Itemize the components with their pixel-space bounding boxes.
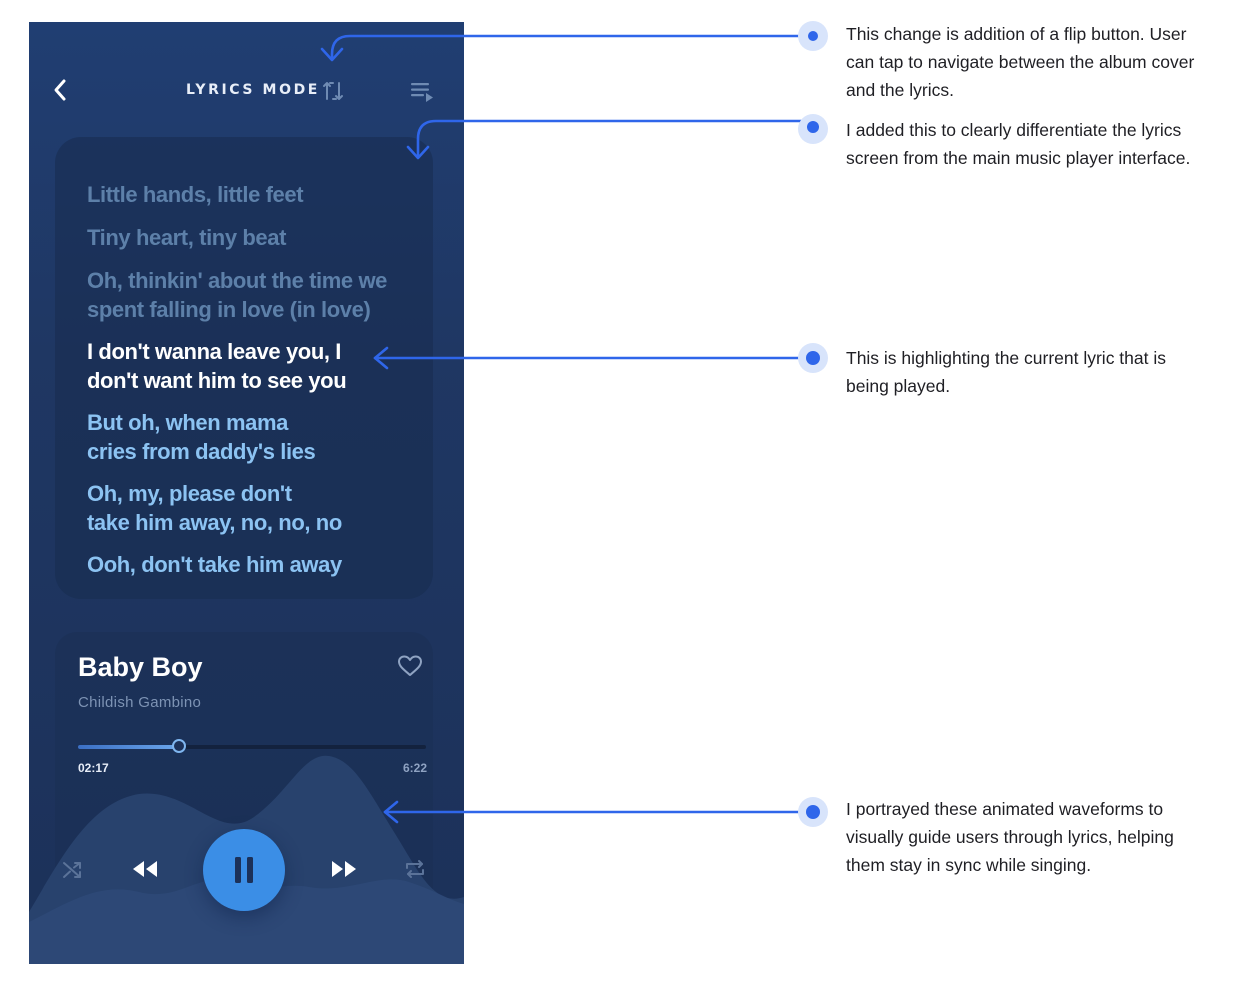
annotation-flip-button: This change is addition of a flip button… bbox=[846, 24, 1195, 100]
song-title: Baby Boy bbox=[78, 652, 203, 682]
shuffle-icon[interactable] bbox=[61, 859, 85, 881]
progress-fill bbox=[78, 745, 179, 749]
lyric-line-upcoming: Ooh, don't take him away bbox=[87, 552, 342, 577]
progress-bar[interactable] bbox=[78, 739, 426, 753]
annotation-waveforms: I portrayed these animated waveforms to … bbox=[846, 799, 1174, 875]
annotation-current-lyric: This is highlighting the current lyric t… bbox=[846, 348, 1166, 396]
lyric-line-past: Little hands, little feet bbox=[87, 182, 304, 207]
artist-name: Childish Gambino bbox=[78, 694, 202, 711]
pause-button[interactable] bbox=[203, 829, 285, 911]
lyric-line-upcoming: Oh, my, please don't take him away, no, … bbox=[87, 481, 342, 535]
repeat-icon[interactable] bbox=[403, 858, 427, 880]
annotation-lyrics-screen: I added this to clearly differentiate th… bbox=[846, 120, 1191, 168]
elapsed-time: 02:17 bbox=[78, 761, 109, 775]
music-player-screen: LYRICS MODE Little hands, little feet Ti… bbox=[29, 22, 464, 964]
lyric-line-upcoming: But oh, when mama cries from daddy's lie… bbox=[87, 410, 316, 464]
lyric-line-past: Oh, thinkin' about the time we spent fal… bbox=[87, 268, 388, 322]
lyric-line-past: Tiny heart, tiny beat bbox=[87, 225, 287, 250]
pause-icon bbox=[235, 857, 253, 883]
screen-title: LYRICS MODE bbox=[186, 82, 320, 98]
chevron-left-icon[interactable] bbox=[49, 76, 73, 104]
flip-icon[interactable] bbox=[321, 79, 345, 103]
queue-icon[interactable] bbox=[409, 80, 435, 104]
total-duration: 6:22 bbox=[402, 761, 427, 775]
rewind-icon[interactable] bbox=[132, 860, 158, 878]
progress-handle[interactable] bbox=[171, 739, 186, 753]
heart-icon[interactable] bbox=[397, 654, 423, 678]
fast-forward-icon[interactable] bbox=[331, 860, 357, 878]
lyric-line-current: I don't wanna leave you, I don't want hi… bbox=[87, 339, 347, 393]
